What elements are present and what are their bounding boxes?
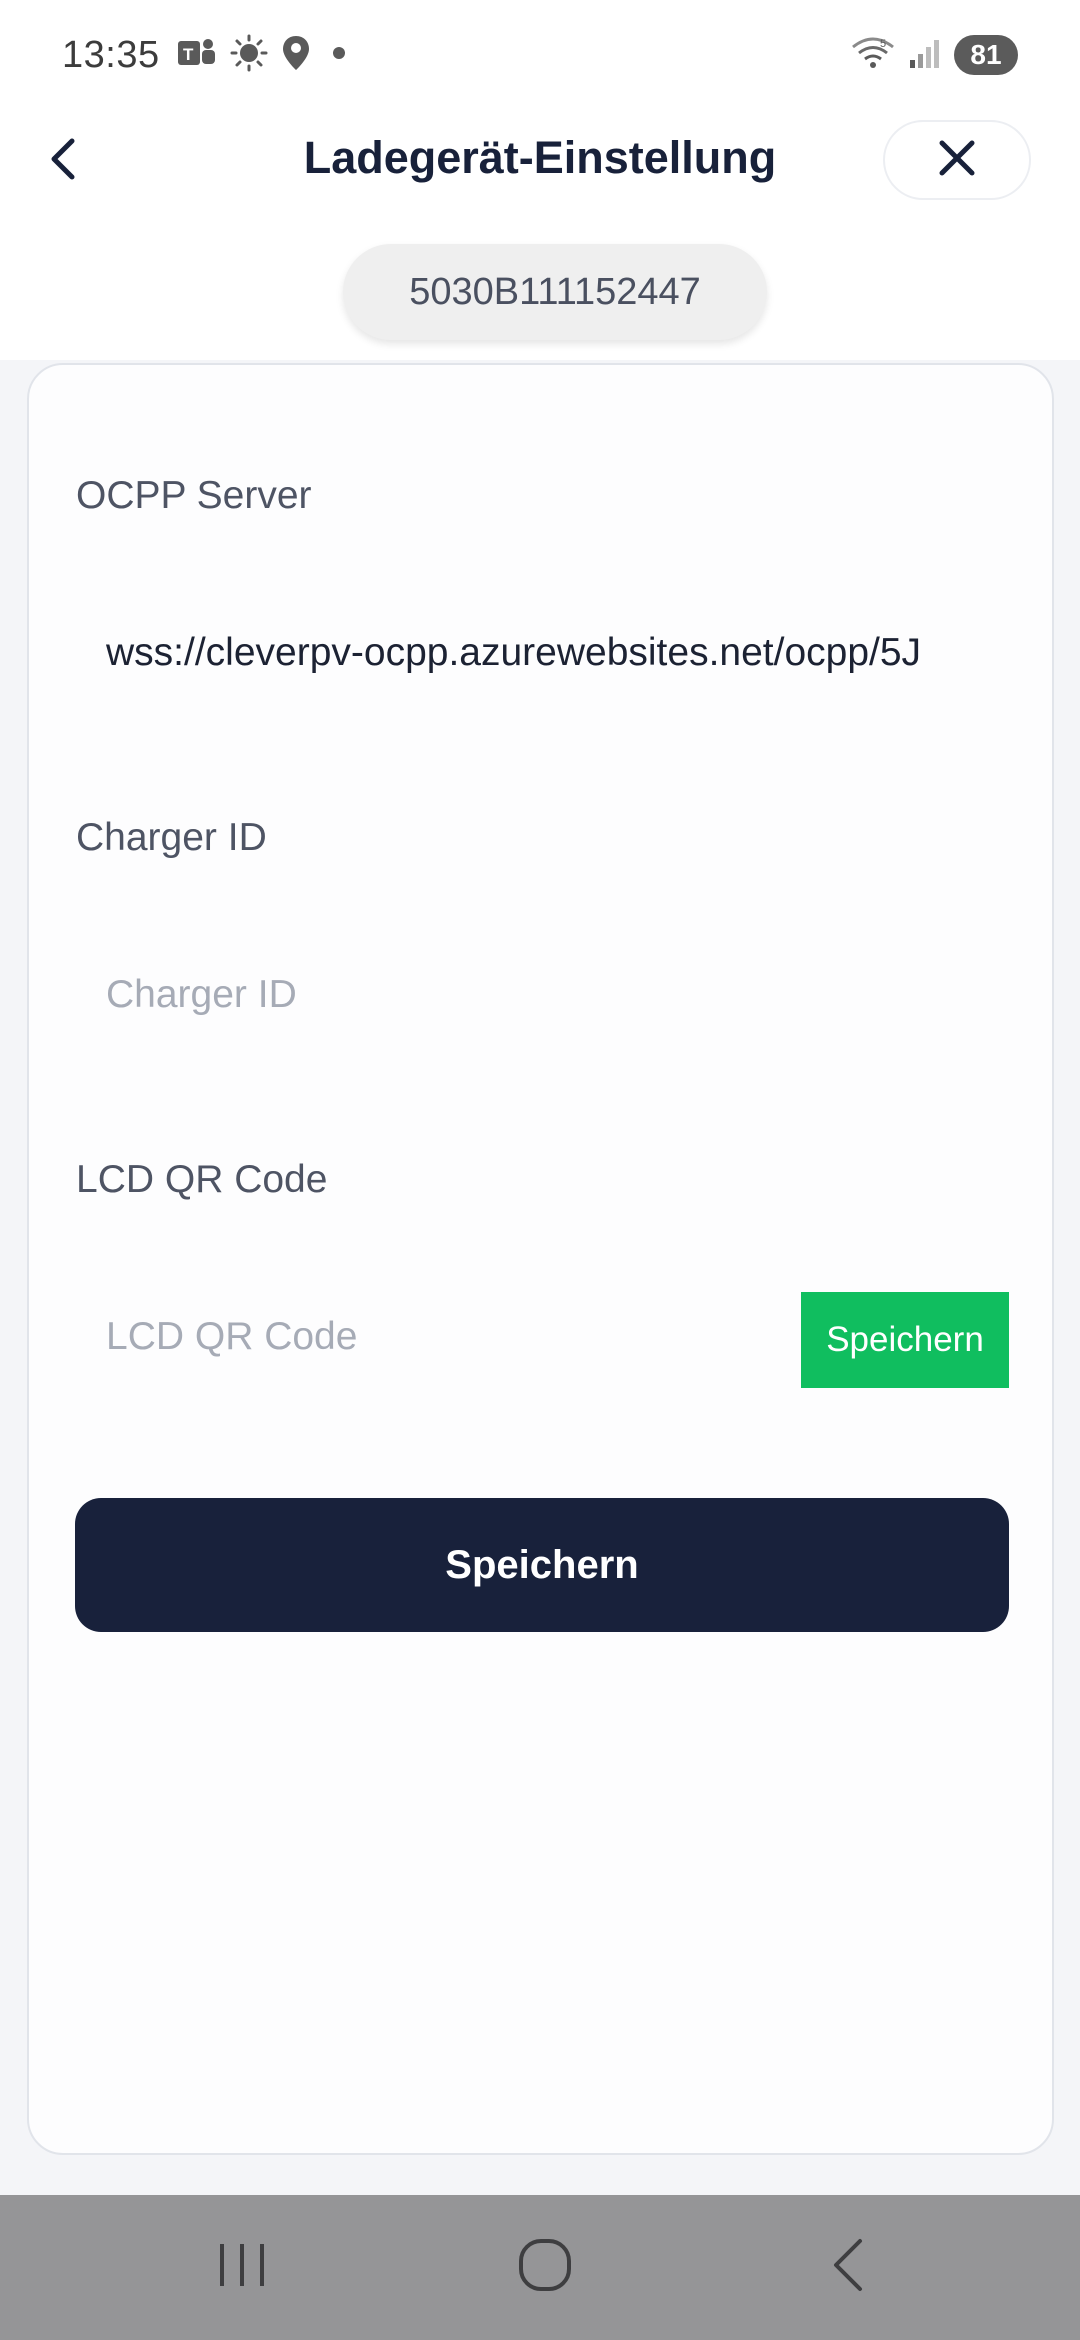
back-triangle-icon	[828, 2237, 868, 2298]
recent-apps-icon	[216, 2240, 268, 2295]
status-bar: 13:35 T 5 81	[0, 0, 1080, 110]
system-back-button[interactable]	[778, 2195, 918, 2340]
close-icon	[937, 138, 977, 183]
save-button[interactable]: Speichern	[75, 1498, 1009, 1632]
recent-apps-button[interactable]	[172, 2195, 312, 2340]
teams-icon: T	[177, 36, 216, 75]
ocpp-server-label: OCPP Server	[76, 474, 312, 517]
battery-indicator: 81	[954, 35, 1018, 75]
home-icon	[517, 2237, 573, 2298]
weather-icon	[230, 34, 268, 77]
screen: 13:35 T 5 81 Ladegerät-Einstellung 5030B…	[0, 0, 1080, 2340]
charger-id-input[interactable]: Charger ID	[106, 973, 1036, 1017]
wifi-icon: 5	[850, 35, 896, 76]
status-icons-right: 5 81	[850, 35, 1018, 76]
svg-text:5: 5	[880, 38, 886, 50]
ocpp-server-input[interactable]: wss://cleverpv-ocpp.azurewebsites.net/oc…	[106, 631, 1036, 675]
status-icons-left: T	[177, 34, 354, 77]
svg-text:T: T	[183, 45, 194, 64]
home-button[interactable]	[475, 2195, 615, 2340]
settings-card: OCPP Server wss://cleverpv-ocpp.azureweb…	[27, 363, 1054, 2155]
lcd-qr-code-label: LCD QR Code	[76, 1158, 328, 1201]
notification-dot-icon	[324, 38, 354, 73]
charger-id-label: Charger ID	[76, 816, 267, 859]
qr-code-save-button[interactable]: Speichern	[801, 1292, 1009, 1388]
lcd-qr-code-input[interactable]: LCD QR Code	[106, 1315, 786, 1359]
header: Ladegerät-Einstellung 5030B111152447	[0, 110, 1080, 360]
navigation-bar	[0, 2195, 1080, 2340]
status-time: 13:35	[62, 33, 160, 76]
location-icon	[282, 35, 310, 76]
signal-icon	[908, 36, 942, 75]
close-button[interactable]	[883, 120, 1031, 200]
device-id-badge[interactable]: 5030B111152447	[343, 244, 767, 340]
